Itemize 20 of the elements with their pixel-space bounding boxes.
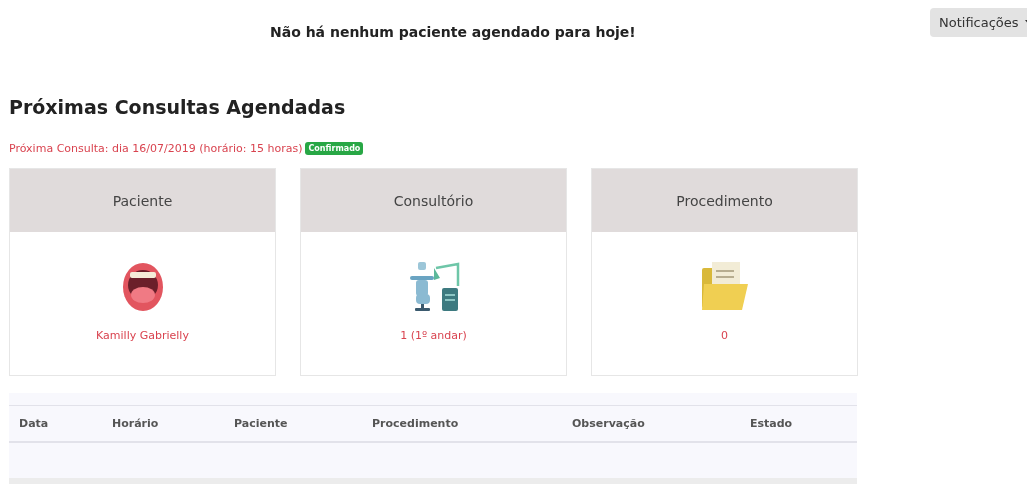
card-value: 1 (1º andar)	[400, 329, 467, 342]
folder-icon	[699, 262, 750, 312]
column-header: Estado	[750, 417, 794, 430]
card-header: Procedimento	[592, 169, 857, 232]
column-header: Horário	[112, 417, 160, 430]
next-appointment-text: Próxima Consulta: dia 16/07/2019 (horário: 15 horas)	[9, 142, 303, 155]
open-mouth-icon	[121, 262, 164, 312]
card-value: Kamilly Gabrielly	[96, 329, 189, 342]
card-value: 0	[721, 329, 728, 342]
card-header: Paciente	[10, 169, 275, 232]
card-header: Consultório	[301, 169, 566, 232]
column-header: Data	[19, 417, 50, 430]
notifications-button[interactable]: Notificações	[930, 8, 1027, 37]
column-header: Procedimento	[372, 417, 460, 430]
no-patients-message: Não há nenhum paciente agendado para hoje!	[270, 24, 636, 40]
status-badge: Confirmado	[305, 142, 364, 155]
section-heading: Próximas Consultas Agendadas	[9, 96, 347, 118]
column-header: Paciente	[234, 417, 289, 430]
column-header: Observação	[572, 417, 646, 430]
dental-chair-icon	[407, 262, 460, 312]
